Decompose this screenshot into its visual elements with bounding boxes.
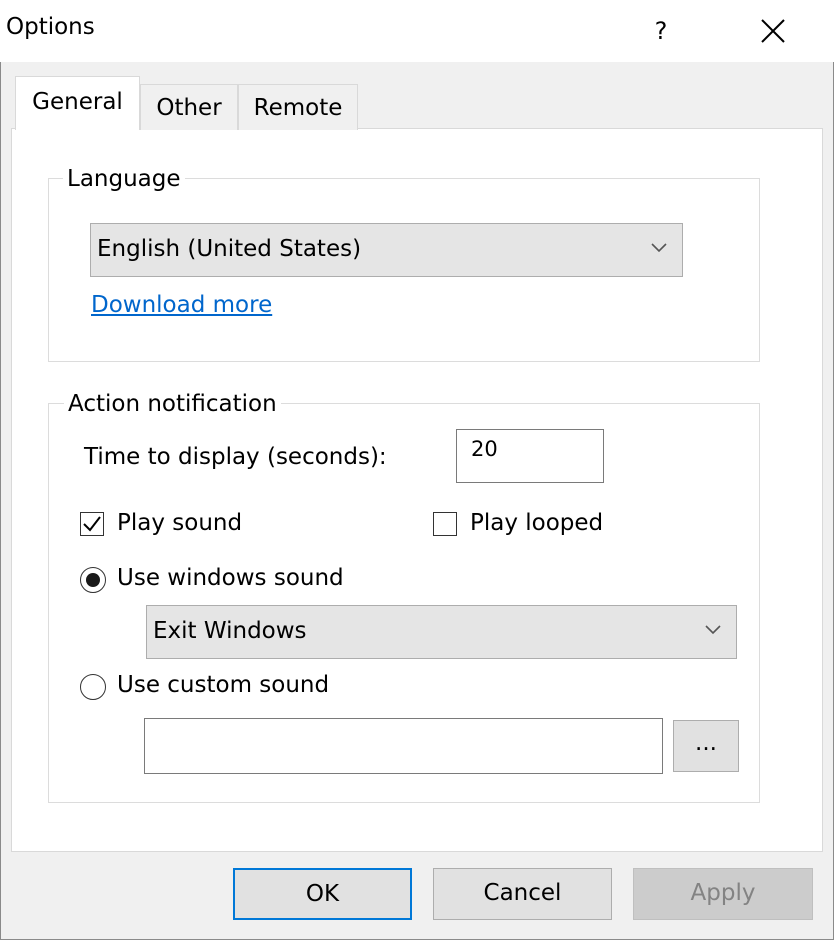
download-more-link[interactable]: Download more — [91, 292, 272, 318]
use-custom-sound-radio[interactable] — [80, 674, 106, 700]
title-bar — [0, 0, 834, 62]
language-legend: Language — [63, 165, 185, 193]
checkmark-icon — [83, 516, 101, 532]
chevron-down-icon — [705, 625, 721, 635]
play-looped-checkbox[interactable] — [433, 512, 457, 536]
use-windows-sound-label[interactable]: Use windows sound — [117, 565, 344, 591]
help-button[interactable]: ? — [638, 8, 684, 54]
action-notification-legend: Action notification — [64, 390, 281, 418]
use-windows-sound-radio[interactable] — [80, 567, 106, 593]
close-icon — [761, 19, 785, 43]
ok-button[interactable]: OK — [233, 868, 412, 920]
use-custom-sound-label[interactable]: Use custom sound — [117, 672, 329, 698]
apply-button[interactable]: Apply — [633, 868, 813, 920]
time-to-display-input[interactable]: 20 — [456, 429, 604, 483]
browse-button[interactable]: ... — [673, 720, 739, 772]
tab-general[interactable]: General — [15, 76, 140, 130]
tab-other[interactable]: Other — [140, 84, 238, 130]
windows-sound-dropdown[interactable]: Exit Windows — [146, 605, 737, 659]
time-to-display-label: Time to display (seconds): — [84, 444, 387, 470]
radio-selected-dot — [86, 573, 100, 587]
close-button[interactable] — [746, 8, 800, 54]
play-sound-checkbox[interactable] — [80, 512, 104, 536]
custom-sound-path-input[interactable] — [144, 718, 663, 774]
language-dropdown-value: English (United States) — [97, 236, 362, 262]
play-sound-label[interactable]: Play sound — [117, 510, 242, 536]
tab-remote[interactable]: Remote — [238, 84, 358, 130]
chevron-down-icon — [651, 243, 667, 253]
language-dropdown[interactable]: English (United States) — [90, 223, 683, 277]
play-looped-label[interactable]: Play looped — [470, 510, 603, 536]
windows-sound-value: Exit Windows — [153, 618, 307, 644]
dialog-title: Options — [6, 14, 95, 40]
cancel-button[interactable]: Cancel — [433, 868, 612, 920]
